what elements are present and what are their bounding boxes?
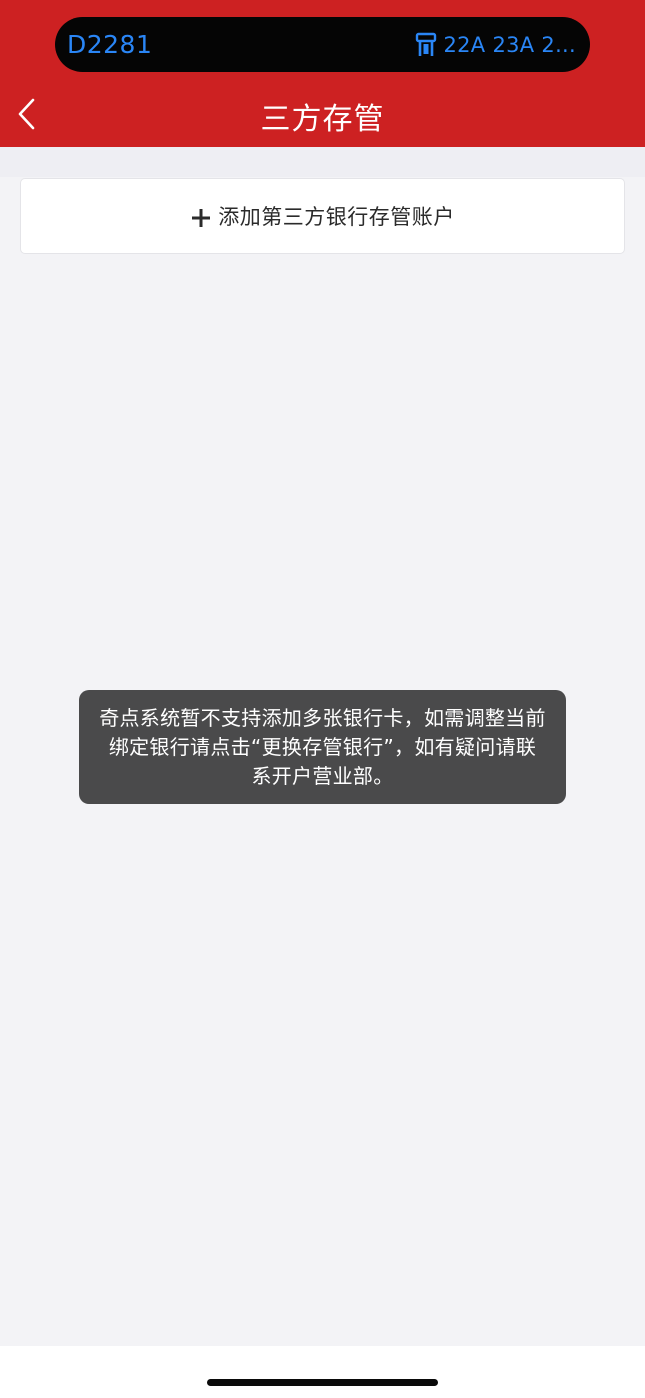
- header-bar: D2281 22A 23A 2... 三方存管: [0, 0, 645, 147]
- train-seat-icon: [416, 32, 437, 56]
- seat-numbers: 22A 23A 2...: [443, 32, 576, 57]
- bottom-safe-area: [0, 1346, 645, 1398]
- plus-icon: [192, 209, 211, 227]
- dynamic-island-live-activity[interactable]: D2281 22A 23A 2...: [55, 17, 590, 72]
- toast-message: 奇点系统暂不支持添加多张银行卡，如需调整当前绑定银行请点击“更换存管银行”，如有…: [79, 690, 566, 804]
- navigation-bar: 三方存管: [0, 82, 645, 147]
- add-bank-account-button[interactable]: 添加第三方银行存管账户: [20, 178, 625, 254]
- section-divider: [0, 147, 645, 177]
- add-bank-account-label: 添加第三方银行存管账户: [218, 205, 455, 229]
- train-number: D2281: [67, 30, 153, 59]
- home-indicator[interactable]: [207, 1379, 438, 1386]
- screen: D2281 22A 23A 2... 三方存管 添加第三方银行存管账户 奇点系统…: [0, 0, 645, 1398]
- page-title: 三方存管: [260, 102, 385, 137]
- seat-info: 22A 23A 2...: [415, 32, 576, 58]
